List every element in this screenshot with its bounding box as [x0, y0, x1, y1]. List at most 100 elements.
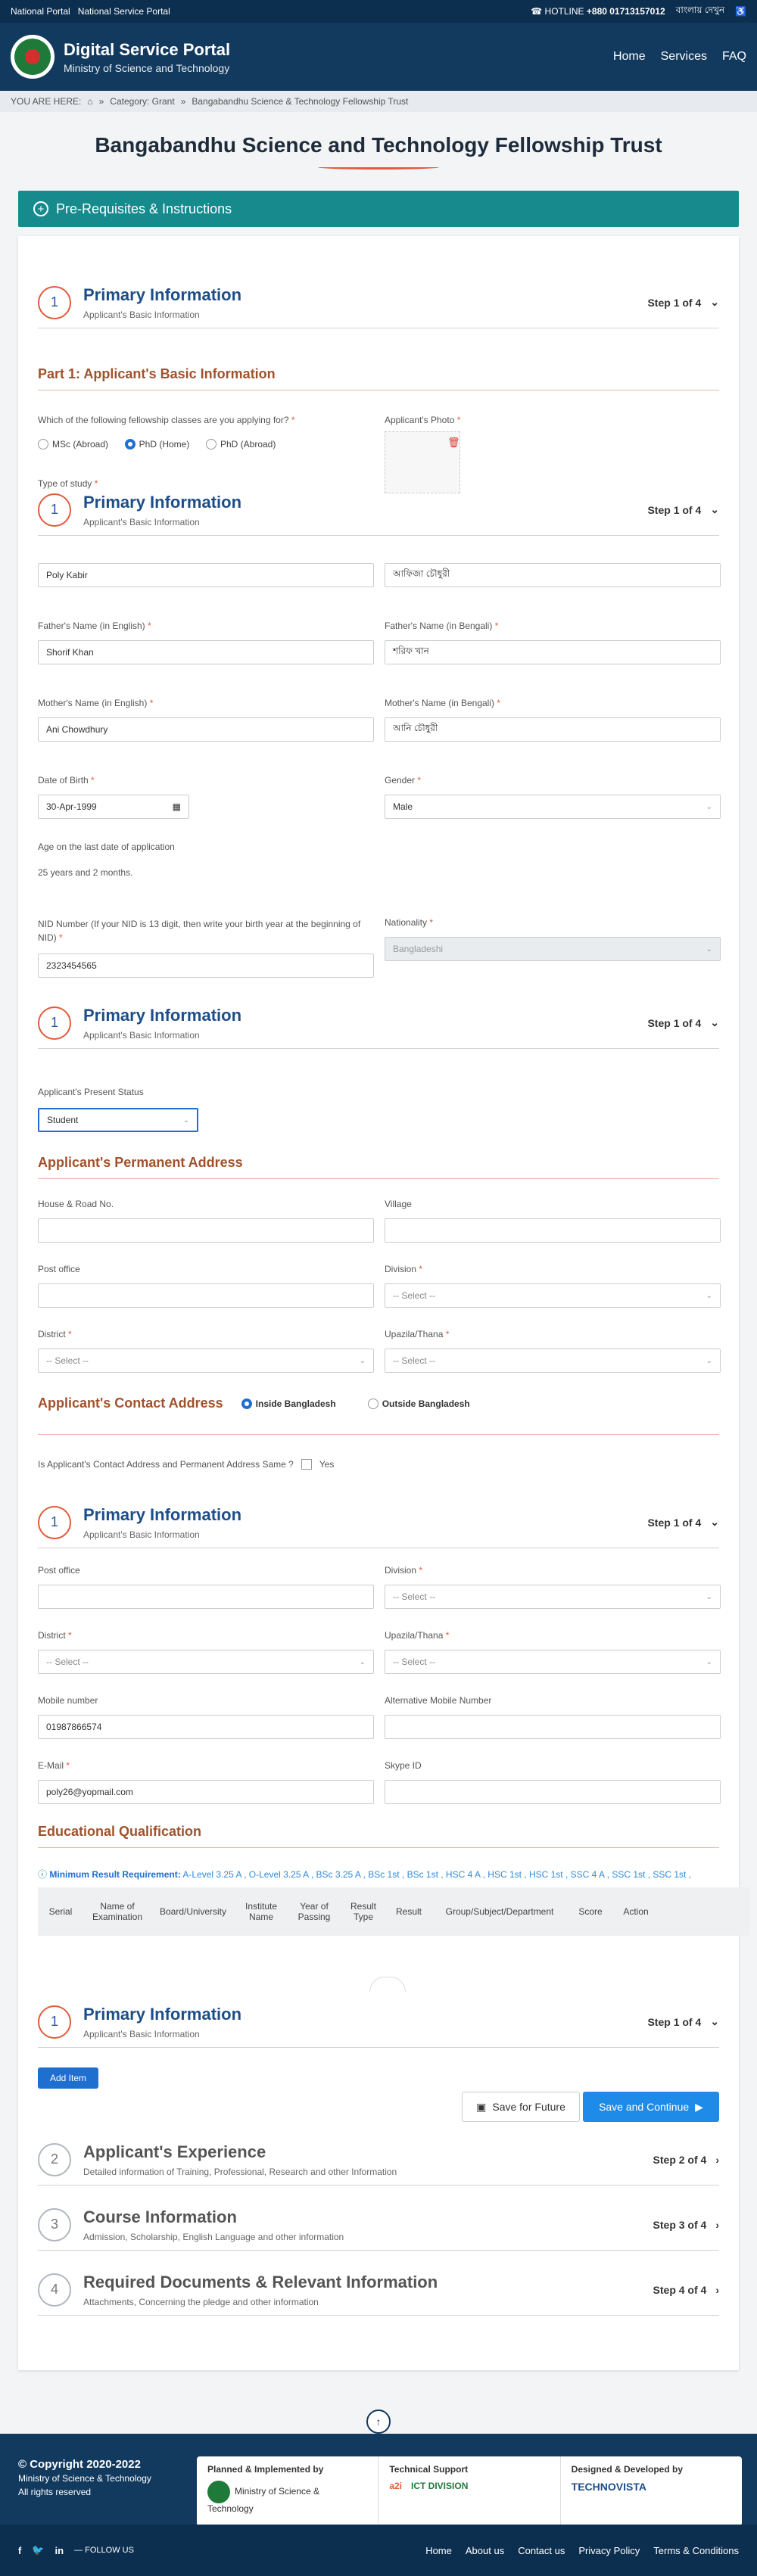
mobile-input[interactable]: 01987866574 [38, 1715, 374, 1739]
present-status-value: Student [47, 1115, 79, 1125]
save-for-future-button[interactable]: ▣ Save for Future [462, 2092, 580, 2122]
breadcrumb-category[interactable]: Category: Grant [110, 96, 174, 107]
chevron-down-icon[interactable]: ⌄ [710, 503, 719, 516]
calendar-icon[interactable]: ▦ [173, 801, 181, 812]
nav-services[interactable]: Services [661, 50, 707, 64]
village-input[interactable] [385, 1218, 721, 1243]
accessibility-icon[interactable]: ♿ [735, 6, 746, 17]
service-portal-link[interactable]: National Service Portal [78, 6, 170, 17]
prerequisites-toggle[interactable]: + Pre-Requisites & Instructions [18, 191, 739, 227]
contact-upazila-select[interactable]: -- Select -- ⌄ [385, 1650, 721, 1674]
home-icon[interactable]: ⌂ [87, 96, 92, 107]
save-continue-label: Save and Continue [599, 2101, 690, 2113]
ministry-logo[interactable] [207, 2481, 230, 2503]
chevron-down-icon[interactable]: ⌄ [710, 1516, 719, 1529]
col-serial: Serial [48, 1906, 73, 1917]
chevron-right-icon[interactable]: › [715, 2154, 719, 2166]
step-subtitle: Applicant's Basic Information [83, 309, 200, 320]
a2i-logo[interactable]: a2i [389, 2481, 402, 2491]
step-4-header[interactable]: 4 Required Documents & Relevant Informat… [38, 2264, 719, 2316]
photo-label: Applicant's Photo * [385, 415, 461, 425]
step-1-header-repeat-4[interactable]: 1 Primary Information Applicant's Basic I… [38, 1996, 719, 2048]
skype-input[interactable] [385, 1780, 721, 1804]
govt-logo[interactable] [11, 35, 55, 79]
nid-input[interactable]: 2323454565 [38, 954, 374, 978]
same-address-checkbox[interactable] [301, 1459, 312, 1470]
col-action: Action [623, 1906, 649, 1917]
step-title: Primary Information [83, 492, 242, 512]
technovista-logo[interactable]: TECHNOVISTA [572, 2481, 646, 2493]
step-3-header[interactable]: 3 Course Information Admission, Scholarsh… [38, 2199, 719, 2251]
radio-phd-home[interactable]: PhD (Home) [124, 439, 189, 450]
designed-label: Designed & Developed by [571, 2464, 684, 2475]
chevron-down-icon[interactable]: ⌄ [710, 2015, 719, 2028]
division-select[interactable]: -- Select -- ⌄ [385, 1283, 721, 1308]
radio-inside-bangladesh[interactable]: Inside Bangladesh [241, 1398, 336, 1409]
contact-post-office-input[interactable] [38, 1585, 374, 1609]
radio-msc-abroad[interactable]: MSc (Abroad) [38, 439, 108, 450]
footer-link-contact[interactable]: Contact us [518, 2545, 565, 2556]
gender-select[interactable]: Male ⌄ [385, 795, 721, 819]
footer-link-terms[interactable]: Terms & Conditions [653, 2545, 739, 2556]
post-office-input[interactable] [38, 1283, 374, 1308]
radio-outside-bangladesh[interactable]: Outside Bangladesh [367, 1398, 470, 1409]
support-org[interactable]: ICT DIVISION [411, 2481, 468, 2491]
district-select[interactable]: -- Select -- ⌄ [38, 1349, 374, 1373]
language-toggle[interactable]: বাংলায় দেখুন [676, 4, 724, 19]
father-name-bengali-input[interactable]: শরিফ খান [385, 640, 721, 664]
same-address-question: Is Applicant's Contact Address and Perma… [38, 1459, 294, 1470]
name-english-input[interactable]: Poly Kabir [38, 563, 374, 587]
save-and-continue-button[interactable]: Save and Continue ▶ [583, 2092, 719, 2122]
mother-bn-label: Mother's Name (in Bengali) * [385, 698, 501, 708]
alt-mobile-input[interactable] [385, 1715, 721, 1739]
radio-phd-abroad[interactable]: PhD (Abroad) [205, 439, 276, 450]
contact-district-select[interactable]: -- Select -- ⌄ [38, 1650, 374, 1674]
linkedin-icon[interactable]: in [55, 2545, 64, 2556]
contact-division-select[interactable]: -- Select -- ⌄ [385, 1585, 721, 1609]
trash-icon[interactable]: 🗑 [447, 437, 460, 449]
step-2-header[interactable]: 2 Applicant's Experience Detailed informa… [38, 2134, 719, 2186]
upazila-placeholder: -- Select -- [393, 1657, 436, 1667]
footer-link-privacy[interactable]: Privacy Policy [578, 2545, 640, 2556]
name-bengali-input[interactable]: আফিজা চৌধুরী [385, 563, 721, 587]
step-number: 3 [38, 2207, 71, 2242]
house-road-input[interactable] [38, 1218, 374, 1243]
nav-home[interactable]: Home [613, 50, 646, 64]
step-indicator: Step 1 of 4 [647, 503, 702, 516]
mother-name-english-input[interactable]: Ani Chowdhury [38, 717, 374, 742]
present-status-select[interactable]: Student ⌄ [38, 1108, 198, 1132]
hotline-label: HOTLINE [544, 6, 584, 17]
nav-faq[interactable]: FAQ [722, 50, 746, 64]
footer-bottom: f 🐦 in — FOLLOW US Home About us Contact… [0, 2525, 757, 2576]
save-icon: ▣ [476, 2100, 487, 2113]
step-1-header-repeat-2[interactable]: 1 Primary Information Applicant's Basic I… [38, 997, 719, 1049]
step-title: Required Documents & Relevant Informatio… [83, 2272, 438, 2291]
email-input[interactable]: poly26@yopmail.com [38, 1780, 374, 1804]
site-title[interactable]: Digital Service Portal [64, 40, 230, 60]
mother-en-label: Mother's Name (in English) * [38, 698, 154, 708]
footer-link-home[interactable]: Home [425, 2545, 452, 2556]
twitter-icon[interactable]: 🐦 [32, 2544, 44, 2556]
col-result: Result [395, 1906, 422, 1917]
chevron-right-icon[interactable]: › [715, 2219, 719, 2231]
mother-name-bengali-input[interactable]: আনি চৌধুরী [385, 717, 721, 742]
step-subtitle: Attachments, Concerning the pledge and o… [83, 2296, 319, 2307]
village-label: Village [385, 1199, 412, 1209]
chevron-down-icon[interactable]: ⌄ [710, 1016, 719, 1029]
add-item-button[interactable]: Add Item [38, 2067, 98, 2089]
national-portal-link[interactable]: National Portal [11, 6, 70, 17]
scroll-to-top-button[interactable]: ↑ [366, 2410, 391, 2434]
dob-input[interactable]: 30-Apr-1999 ▦ [38, 795, 189, 819]
chevron-right-icon[interactable]: › [715, 2284, 719, 2296]
step-indicator: Step 3 of 4 [653, 2218, 707, 2231]
chevron-down-icon[interactable]: ⌄ [710, 296, 719, 309]
copyright: © Copyright 2020-2022 [18, 2458, 141, 2471]
step-1-header-repeat-3[interactable]: 1 Primary Information Applicant's Basic I… [38, 1497, 719, 1548]
footer-link-about[interactable]: About us [466, 2545, 504, 2556]
upazila-select[interactable]: -- Select -- ⌄ [385, 1349, 721, 1373]
father-name-english-input[interactable]: Shorif Khan [38, 640, 374, 664]
step-1-header[interactable]: 1 Primary Information Applicant's Basic I… [38, 277, 719, 328]
step-1-header-repeat[interactable]: 1 Primary Information Applicant's Basic I… [38, 484, 719, 536]
facebook-icon[interactable]: f [18, 2545, 21, 2556]
col-board: Board/University [159, 1906, 227, 1917]
